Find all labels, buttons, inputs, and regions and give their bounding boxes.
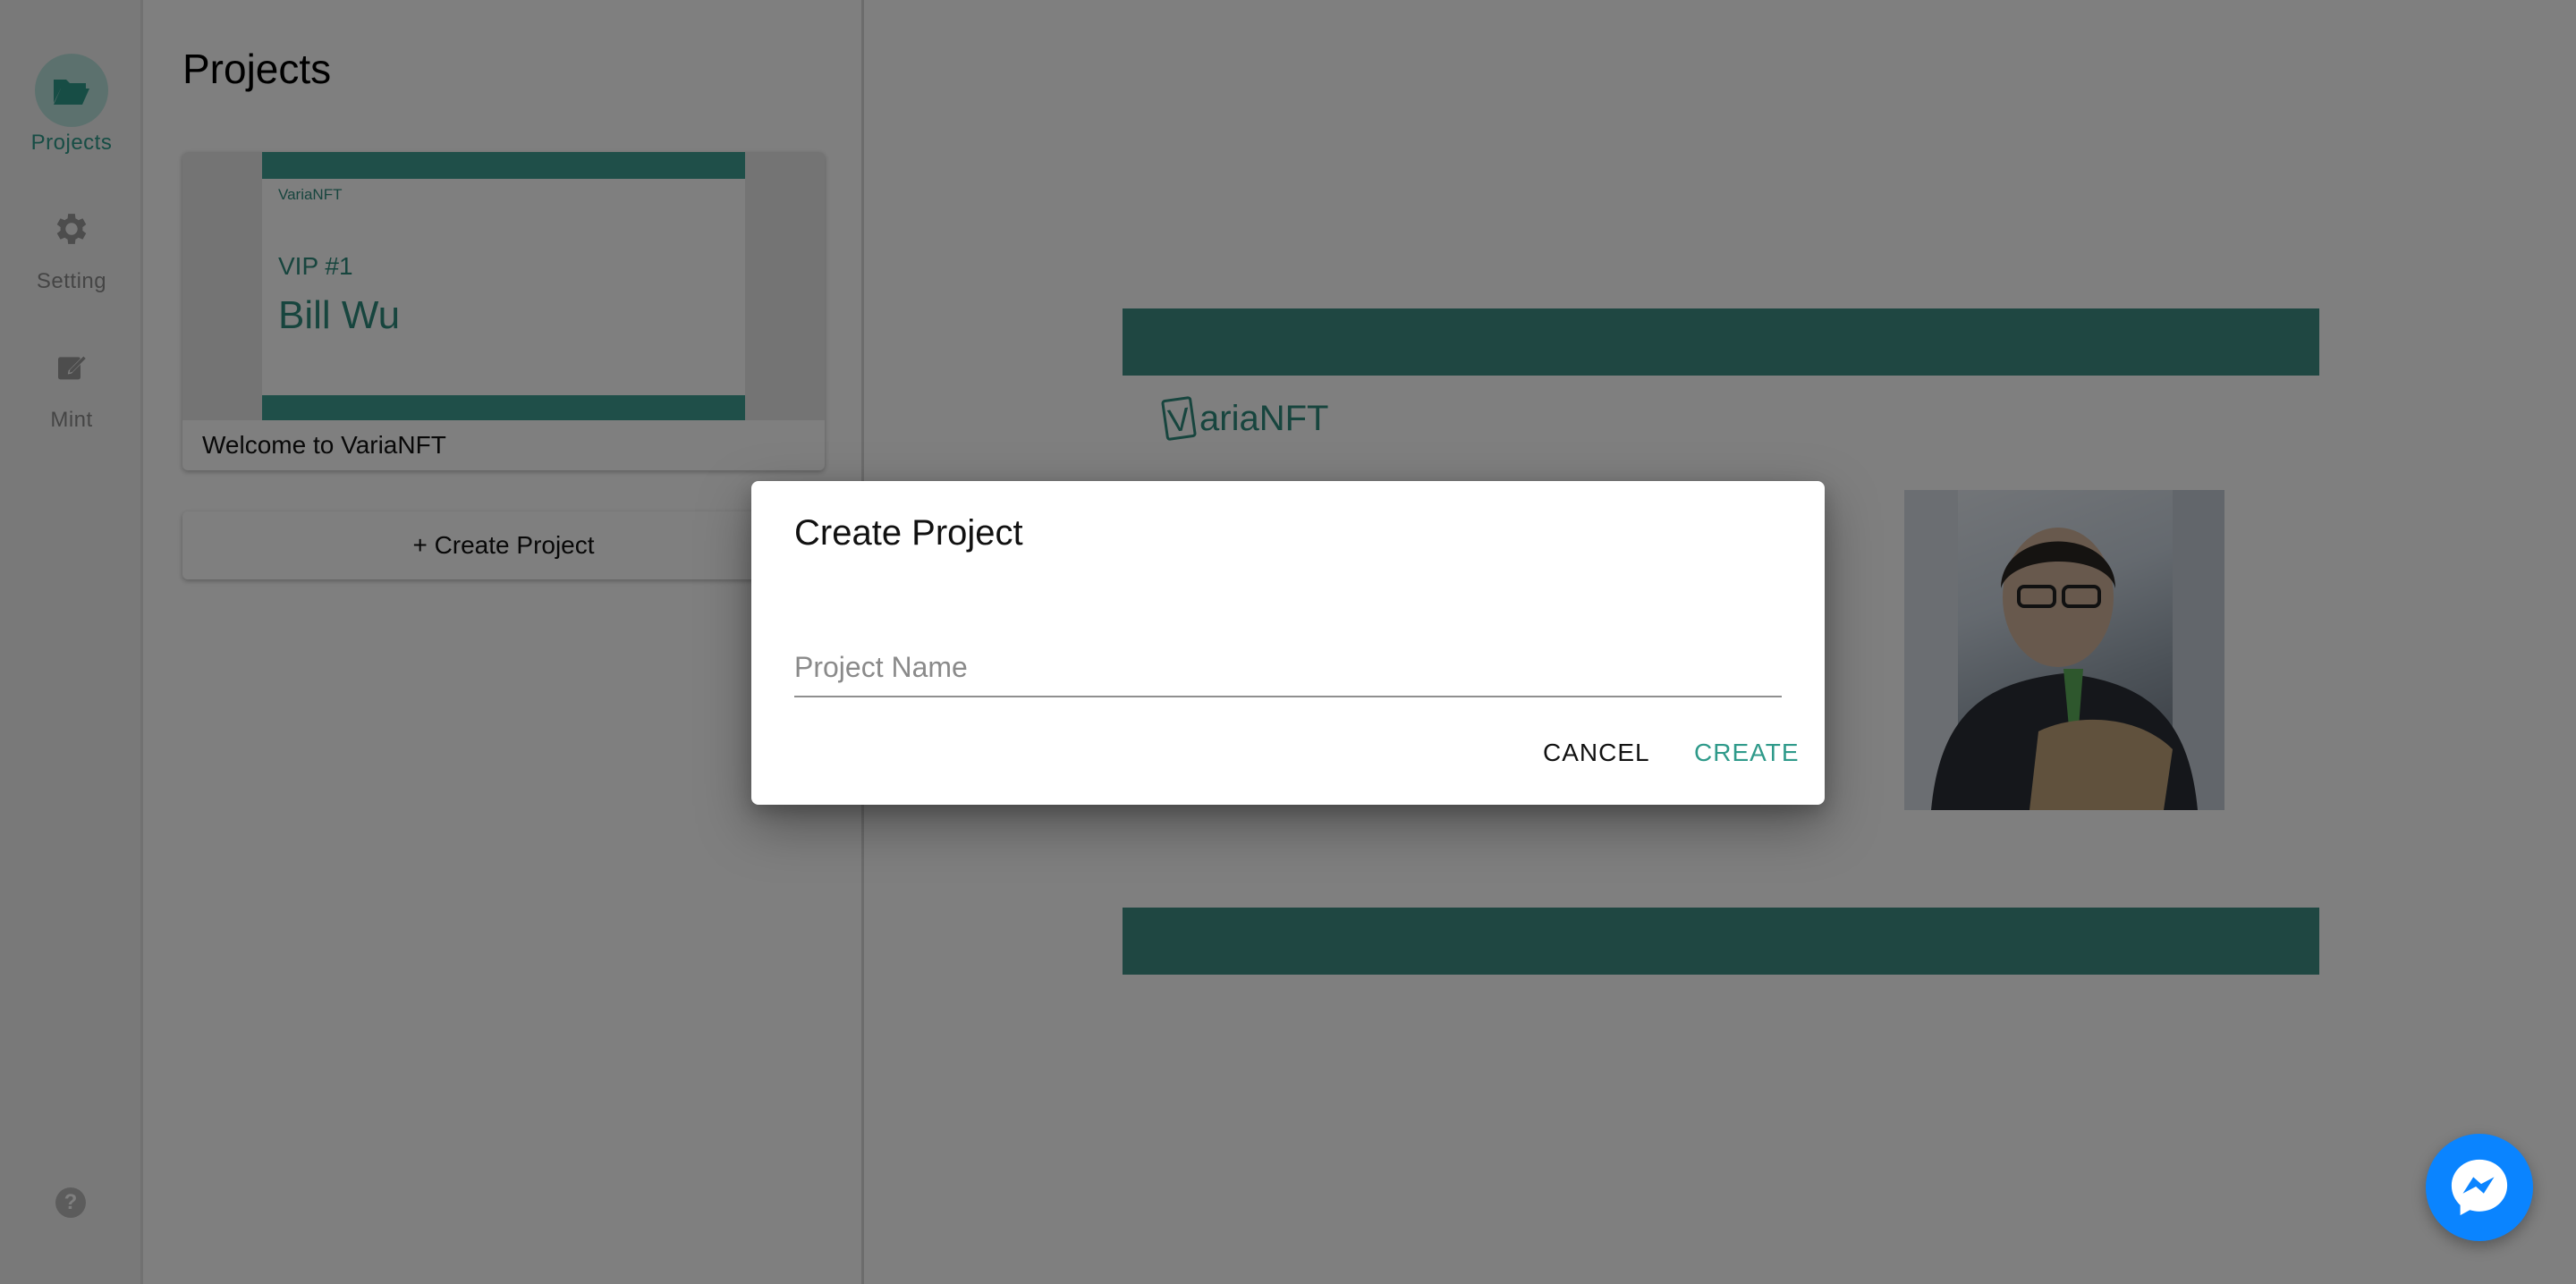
create-project-dialog: Create Project CANCEL CREATE [751, 481, 1825, 805]
project-name-input[interactable] [794, 638, 1782, 697]
messenger-icon [2451, 1159, 2508, 1216]
create-button[interactable]: CREATE [1685, 733, 1809, 773]
messenger-chat-button[interactable] [2426, 1134, 2533, 1241]
dialog-title: Create Project [794, 513, 1023, 553]
cancel-button[interactable]: CANCEL [1534, 733, 1659, 773]
app-root: Projects Setting Mint ? Projects [0, 0, 2576, 1284]
